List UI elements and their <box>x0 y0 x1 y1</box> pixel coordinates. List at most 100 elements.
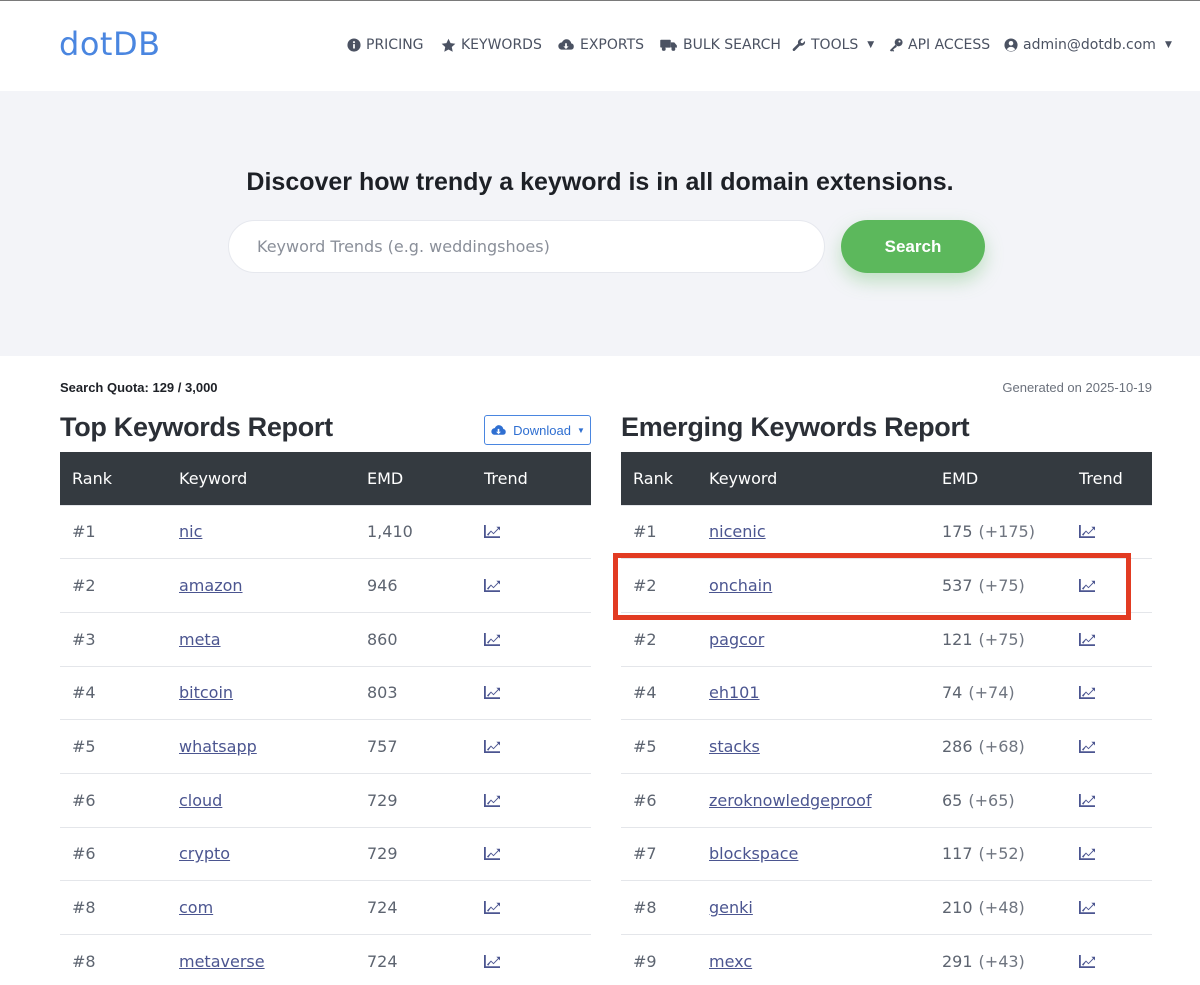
rank-cell: #8 <box>72 952 96 972</box>
emd-cell: 803 <box>355 666 472 720</box>
chart-line-icon[interactable] <box>484 793 591 807</box>
chart-line-icon[interactable] <box>484 740 591 754</box>
chevron-down-icon: ▼ <box>1164 40 1172 50</box>
chart-line-icon[interactable] <box>1079 901 1152 915</box>
rank-cell: #5 <box>633 737 657 757</box>
trend-cell <box>1067 559 1152 613</box>
trend-cell <box>472 773 591 827</box>
nav-pricing[interactable]: PRICING <box>347 37 424 53</box>
keyword-link[interactable]: com <box>179 898 213 917</box>
chart-line-icon[interactable] <box>484 525 591 539</box>
chart-line-icon[interactable] <box>1079 632 1152 646</box>
chart-line-icon[interactable] <box>484 686 591 700</box>
rank-cell: #2 <box>633 629 657 649</box>
keyword-link[interactable]: eh101 <box>709 683 760 702</box>
keyword-link[interactable]: stacks <box>709 737 760 756</box>
keyword-link[interactable]: meta <box>179 630 221 649</box>
nav-keywords-label: KEYWORDS <box>461 37 542 53</box>
chart-line-icon[interactable] <box>484 579 591 593</box>
table-row: #4 bitcoin 803 <box>60 666 591 720</box>
chart-line-icon[interactable] <box>484 901 591 915</box>
rank-cell: #2 <box>72 576 96 596</box>
keyword-cell: genki <box>697 881 930 935</box>
keyword-link[interactable]: amazon <box>179 576 243 595</box>
emd-cell: 74 (+74) <box>930 666 1067 720</box>
nav-api-access-label: API ACCESS <box>908 37 991 53</box>
chart-line-icon[interactable] <box>1079 740 1152 754</box>
nav-api-access[interactable]: API ACCESS <box>889 37 990 53</box>
emd-value: 291 <box>942 952 973 972</box>
chart-line-icon[interactable] <box>1079 793 1152 807</box>
emd-cell: 537 (+75) <box>930 559 1067 613</box>
rank-cell: #6 <box>72 790 96 810</box>
emd-value: 729 <box>367 844 398 864</box>
rank-cell: #2 <box>633 576 657 596</box>
keyword-link[interactable]: bitcoin <box>179 683 233 702</box>
emd-value: 757 <box>367 737 398 757</box>
keyword-link[interactable]: nic <box>179 522 202 541</box>
search-placeholder: Keyword Trends (e.g. weddingshoes) <box>257 237 550 256</box>
table-row: #6 crypto 729 <box>60 827 591 881</box>
emd-cell: 724 <box>355 935 472 985</box>
nav-keywords[interactable]: KEYWORDS <box>441 37 542 53</box>
emd-value: 860 <box>367 629 398 649</box>
keyword-link[interactable]: onchain <box>709 576 772 595</box>
table-row: #6 zeroknowledgeproof 65 (+65) <box>621 773 1152 827</box>
chart-line-icon[interactable] <box>484 632 591 646</box>
emd-value: 729 <box>367 790 398 810</box>
emd-cell: 286 (+68) <box>930 720 1067 774</box>
chart-line-icon[interactable] <box>484 847 591 861</box>
emd-value: 210 <box>942 898 973 918</box>
hero-title: Discover how trendy a keyword is in all … <box>246 168 954 196</box>
cloud-download-icon <box>491 424 506 435</box>
nav-tools[interactable]: TOOLS ▼ <box>792 37 874 53</box>
keyword-search-input[interactable]: Keyword Trends (e.g. weddingshoes) <box>228 220 825 273</box>
nav-exports[interactable]: EXPORTS <box>557 37 644 53</box>
chevron-down-icon: ▼ <box>576 425 585 435</box>
chart-line-icon[interactable] <box>1079 525 1152 539</box>
emd-cell: 724 <box>355 881 472 935</box>
star-icon <box>441 38 456 52</box>
keyword-cell: pagcor <box>697 612 930 666</box>
site-header: dotDB PRICING KEYWORDS EXPORTS BULK SEAR… <box>0 1 1200 91</box>
search-button[interactable]: Search <box>841 220 985 273</box>
trend-cell <box>472 881 591 935</box>
keyword-link[interactable]: whatsapp <box>179 737 257 756</box>
trend-cell <box>1067 612 1152 666</box>
emd-cell: 946 <box>355 559 472 613</box>
rank-cell: #1 <box>72 522 96 542</box>
keyword-link[interactable]: cloud <box>179 791 222 810</box>
hero-section: Discover how trendy a keyword is in all … <box>0 91 1200 356</box>
column-header-rank: Rank <box>633 468 673 488</box>
trend-cell <box>1067 881 1152 935</box>
keyword-link[interactable]: pagcor <box>709 630 764 649</box>
nav-bulk-search[interactable]: BULK SEARCH <box>660 37 781 53</box>
keyword-cell: com <box>167 881 355 935</box>
keyword-link[interactable]: genki <box>709 898 753 917</box>
download-button[interactable]: Download ▼ <box>484 415 591 445</box>
emd-delta: (+43) <box>978 952 1025 972</box>
user-menu[interactable]: admin@dotdb.com ▼ <box>1004 37 1172 53</box>
search-quota: Search Quota: 129 / 3,000 <box>60 380 218 395</box>
trend-cell <box>1067 666 1152 720</box>
table-row: #2 onchain 537 (+75) <box>621 558 1152 613</box>
emd-delta: (+68) <box>978 737 1025 757</box>
keyword-link[interactable]: blockspace <box>709 844 798 863</box>
keyword-link[interactable]: metaverse <box>179 952 265 971</box>
rank-cell: #1 <box>633 522 657 542</box>
emd-cell: 860 <box>355 612 472 666</box>
chart-line-icon[interactable] <box>1079 847 1152 861</box>
keyword-cell: onchain <box>697 559 930 613</box>
keyword-cell: eh101 <box>697 666 930 720</box>
chart-line-icon[interactable] <box>484 955 591 969</box>
emd-value: 724 <box>367 952 398 972</box>
chart-line-icon[interactable] <box>1079 955 1152 969</box>
keyword-link[interactable]: mexc <box>709 952 752 971</box>
rank-cell: #6 <box>72 844 96 864</box>
keyword-link[interactable]: nicenic <box>709 522 766 541</box>
keyword-link[interactable]: zeroknowledgeproof <box>709 791 872 810</box>
chart-line-icon[interactable] <box>1079 686 1152 700</box>
table-row: #3 meta 860 <box>60 612 591 666</box>
chart-line-icon[interactable] <box>1079 579 1152 593</box>
keyword-link[interactable]: crypto <box>179 844 230 863</box>
